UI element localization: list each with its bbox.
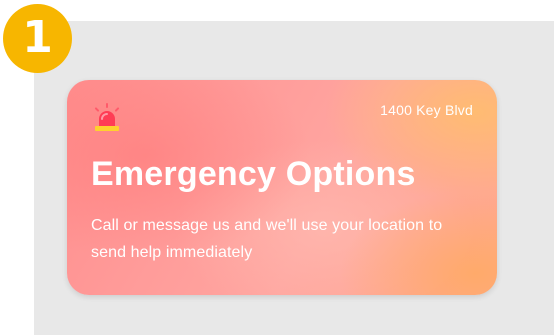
- location-address: 1400 Key Blvd: [380, 102, 473, 118]
- card-description: Call or message us and we'll use your lo…: [91, 217, 443, 261]
- step-number-badge: 1: [3, 4, 72, 73]
- siren-alarm-icon: [94, 103, 120, 131]
- step-number: 1: [22, 11, 53, 63]
- emergency-options-card[interactable]: 1400 Key Blvd Emergency Options Call or …: [67, 80, 497, 295]
- card-title: Emergency Options: [91, 155, 416, 193]
